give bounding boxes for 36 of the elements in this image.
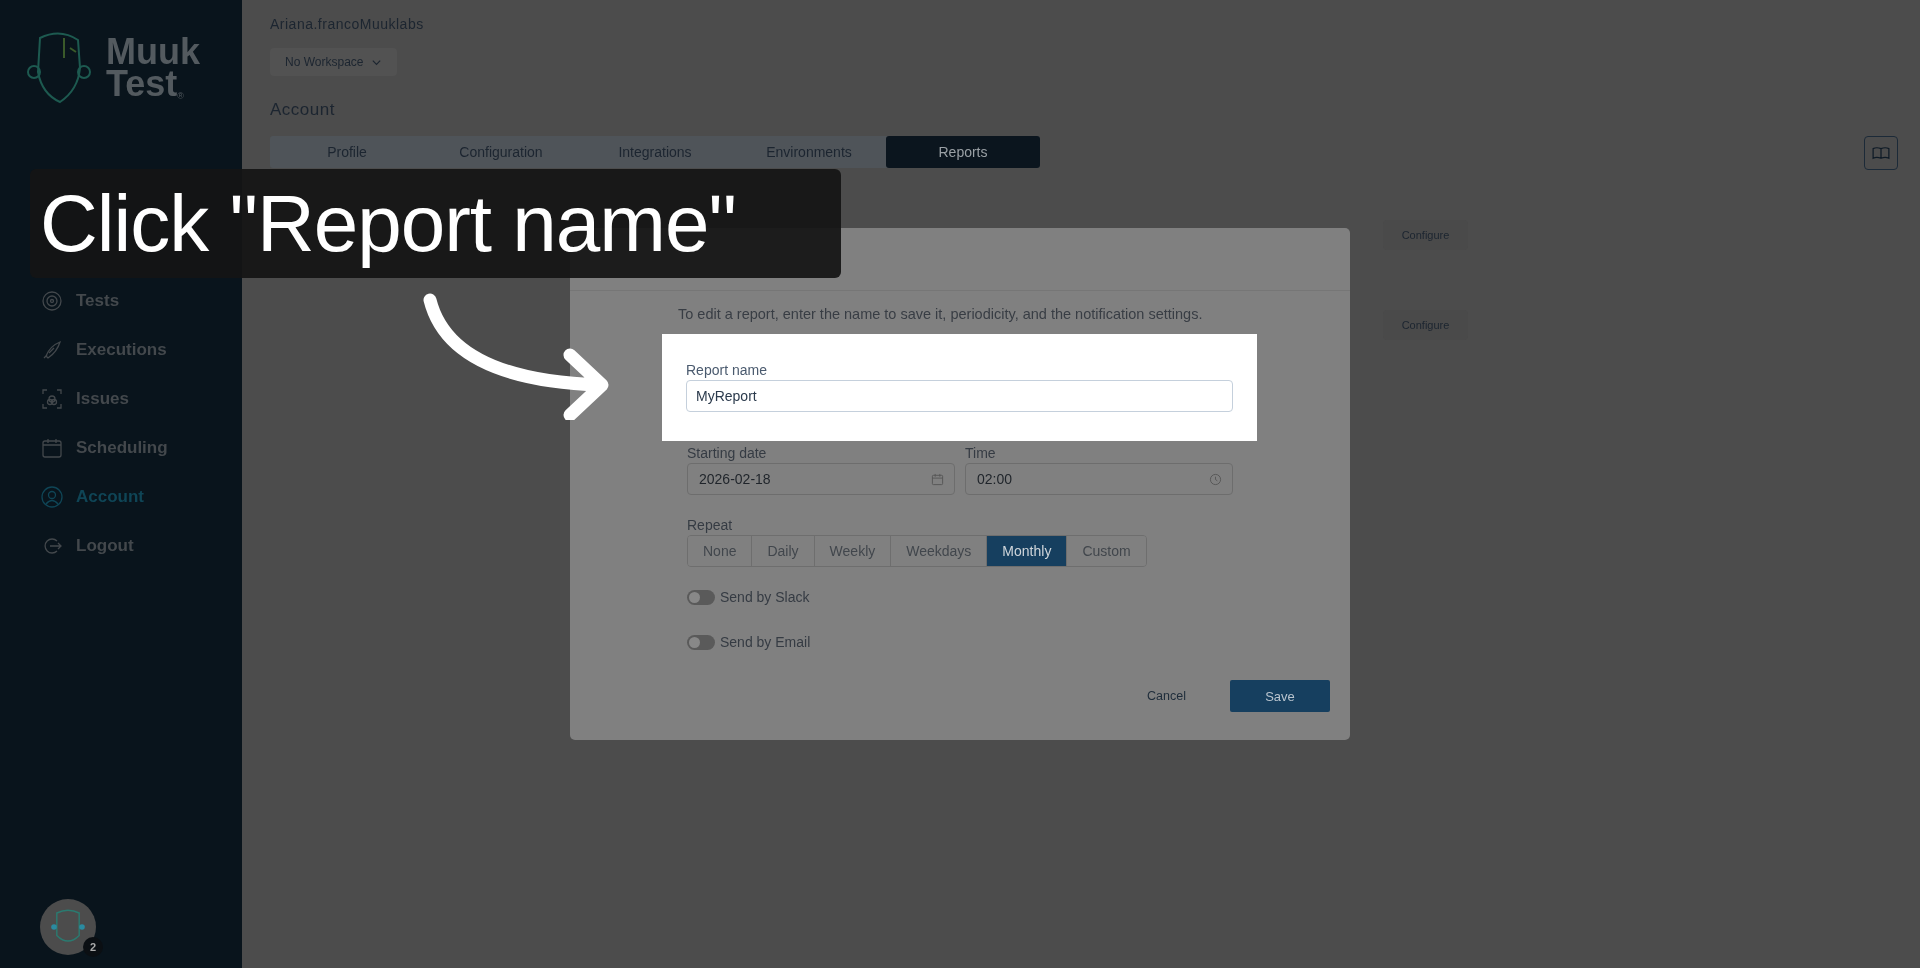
sidebar-item[interactable]: Logout: [40, 528, 168, 563]
logo-text: Muuk: [106, 35, 200, 68]
tutorial-caption: Click "Report name": [30, 169, 841, 278]
trademark: ®: [177, 92, 184, 101]
sidebar-item[interactable]: Scheduling: [40, 430, 168, 465]
sidebar-item[interactable]: Account: [40, 479, 168, 514]
book-icon: [1872, 146, 1890, 160]
sidebar-item[interactable]: Tests: [40, 283, 168, 318]
notification-badge: 2: [83, 937, 103, 957]
tab[interactable]: Reports: [886, 136, 1040, 168]
date-field[interactable]: 2026-02-18: [687, 463, 955, 495]
field-label: Time: [965, 445, 997, 461]
bug-icon: [40, 386, 64, 411]
target-icon: [40, 288, 64, 313]
cancel-button[interactable]: Cancel: [1141, 688, 1192, 704]
report-name-field[interactable]: MyReport: [686, 380, 1233, 412]
field-label: Report name: [686, 362, 768, 378]
time-field[interactable]: 02:00: [965, 463, 1233, 495]
repeat-option[interactable]: Monthly: [987, 536, 1068, 566]
sidebar-item[interactable]: Executions: [40, 332, 168, 367]
docs-button[interactable]: [1864, 136, 1898, 170]
sidebar-item[interactable]: Issues: [40, 381, 168, 416]
field-label: Starting date: [687, 445, 768, 461]
toggle-label: Send by Slack: [720, 589, 810, 605]
field-label: Repeat: [687, 517, 733, 533]
clock-icon: [1209, 472, 1222, 486]
repeat-option[interactable]: None: [688, 536, 753, 566]
dialog-description: To edit a report, enter the name to save it, periodicity, and the notification settings.: [678, 306, 1204, 322]
avatar[interactable]: [40, 899, 96, 955]
calendar-icon: [931, 472, 944, 486]
logo-text: Test: [106, 68, 178, 101]
toggle-label: Send by Email: [720, 634, 811, 650]
toggle-switch[interactable]: [687, 589, 715, 605]
user-icon: [40, 484, 64, 509]
toggle-switch[interactable]: [687, 634, 715, 650]
save-button[interactable]: Save: [1230, 680, 1330, 712]
